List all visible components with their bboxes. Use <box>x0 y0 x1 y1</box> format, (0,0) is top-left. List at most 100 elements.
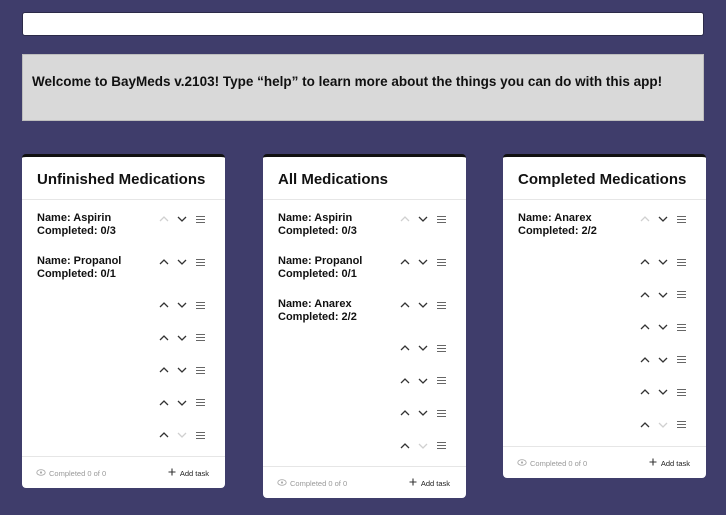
move-down-button[interactable] <box>654 212 672 226</box>
menu-button[interactable] <box>191 255 209 269</box>
medication-item: Name: Anarex Completed: 2/2 <box>263 298 466 328</box>
move-up-button[interactable] <box>155 212 173 226</box>
move-up-button[interactable] <box>155 255 173 269</box>
row-controls <box>636 212 690 226</box>
move-down-button[interactable] <box>654 353 672 367</box>
chevron-up-icon <box>639 322 651 332</box>
move-up-button[interactable] <box>155 298 173 312</box>
move-down-button[interactable] <box>173 298 191 312</box>
move-down-button[interactable] <box>414 439 432 453</box>
chevron-down-icon <box>417 343 429 353</box>
move-down-button[interactable] <box>414 255 432 269</box>
move-up-button[interactable] <box>396 374 414 388</box>
menu-button[interactable] <box>191 363 209 377</box>
menu-icon <box>195 431 206 440</box>
move-up-button[interactable] <box>636 385 654 399</box>
chevron-up-icon <box>399 257 411 267</box>
chevron-down-icon <box>417 257 429 267</box>
move-down-button[interactable] <box>414 298 432 312</box>
command-input[interactable] <box>22 12 704 36</box>
move-down-button[interactable] <box>173 212 191 226</box>
empty-task-slot <box>503 320 706 350</box>
medication-column: All Medications Name: Aspirin Completed:… <box>263 154 466 498</box>
move-up-button[interactable] <box>396 212 414 226</box>
medication-name: Name: Aspirin <box>37 212 112 224</box>
menu-button[interactable] <box>672 320 690 334</box>
eye-icon <box>517 459 527 468</box>
medication-completed: Completed: 0/3 <box>37 225 116 237</box>
move-down-button[interactable] <box>654 255 672 269</box>
move-down-button[interactable] <box>414 374 432 388</box>
menu-button[interactable] <box>191 298 209 312</box>
menu-button[interactable] <box>672 385 690 399</box>
row-controls <box>396 255 450 269</box>
empty-task-slot <box>503 353 706 383</box>
menu-button[interactable] <box>432 341 450 355</box>
menu-button[interactable] <box>432 212 450 226</box>
move-up-button[interactable] <box>636 418 654 432</box>
menu-button[interactable] <box>432 374 450 388</box>
move-down-button[interactable] <box>414 406 432 420</box>
menu-button[interactable] <box>191 331 209 345</box>
plus-icon <box>649 458 657 468</box>
move-down-button[interactable] <box>173 428 191 442</box>
move-up-button[interactable] <box>396 439 414 453</box>
menu-icon <box>195 301 206 310</box>
menu-button[interactable] <box>432 439 450 453</box>
chevron-up-icon <box>158 430 170 440</box>
move-down-button[interactable] <box>173 331 191 345</box>
move-up-button[interactable] <box>636 288 654 302</box>
move-down-button[interactable] <box>173 255 191 269</box>
menu-button[interactable] <box>672 212 690 226</box>
move-up-button[interactable] <box>396 255 414 269</box>
menu-button[interactable] <box>432 298 450 312</box>
menu-button[interactable] <box>672 353 690 367</box>
menu-button[interactable] <box>432 406 450 420</box>
add-task-button[interactable]: Add task <box>649 458 690 468</box>
move-up-button[interactable] <box>396 406 414 420</box>
menu-button[interactable] <box>191 428 209 442</box>
move-down-button[interactable] <box>414 212 432 226</box>
move-up-button[interactable] <box>155 363 173 377</box>
menu-icon <box>676 215 687 224</box>
move-down-button[interactable] <box>654 288 672 302</box>
completed-count-label: Completed 0 of 0 <box>49 469 107 478</box>
add-task-label: Add task <box>179 468 209 478</box>
empty-task-slot <box>503 418 706 448</box>
move-down-button[interactable] <box>173 363 191 377</box>
move-up-button[interactable] <box>396 298 414 312</box>
menu-icon <box>436 376 447 385</box>
move-down-button[interactable] <box>654 320 672 334</box>
menu-button[interactable] <box>672 288 690 302</box>
move-down-button[interactable] <box>654 385 672 399</box>
row-controls <box>155 396 209 410</box>
chevron-up-icon <box>158 300 170 310</box>
move-up-button[interactable] <box>396 341 414 355</box>
chevron-down-icon <box>657 290 669 300</box>
move-down-button[interactable] <box>414 341 432 355</box>
add-task-label: Add task <box>420 478 450 488</box>
move-down-button[interactable] <box>654 418 672 432</box>
menu-button[interactable] <box>191 396 209 410</box>
move-up-button[interactable] <box>155 428 173 442</box>
add-task-button[interactable]: Add task <box>168 468 209 478</box>
menu-icon <box>676 258 687 267</box>
completed-count-label: Completed 0 of 0 <box>290 479 348 488</box>
move-up-button[interactable] <box>636 320 654 334</box>
menu-button[interactable] <box>672 418 690 432</box>
completed-count: Completed 0 of 0 <box>517 459 587 468</box>
menu-button[interactable] <box>672 255 690 269</box>
move-up-button[interactable] <box>155 331 173 345</box>
column-title: Unfinished Medications <box>22 157 225 200</box>
move-down-button[interactable] <box>173 396 191 410</box>
menu-button[interactable] <box>191 212 209 226</box>
row-controls <box>636 255 690 269</box>
move-up-button[interactable] <box>636 255 654 269</box>
chevron-up-icon <box>639 420 651 430</box>
add-task-button[interactable]: Add task <box>409 478 450 488</box>
move-up-button[interactable] <box>636 353 654 367</box>
menu-button[interactable] <box>432 255 450 269</box>
column-title: All Medications <box>263 157 466 200</box>
move-up-button[interactable] <box>636 212 654 226</box>
move-up-button[interactable] <box>155 396 173 410</box>
